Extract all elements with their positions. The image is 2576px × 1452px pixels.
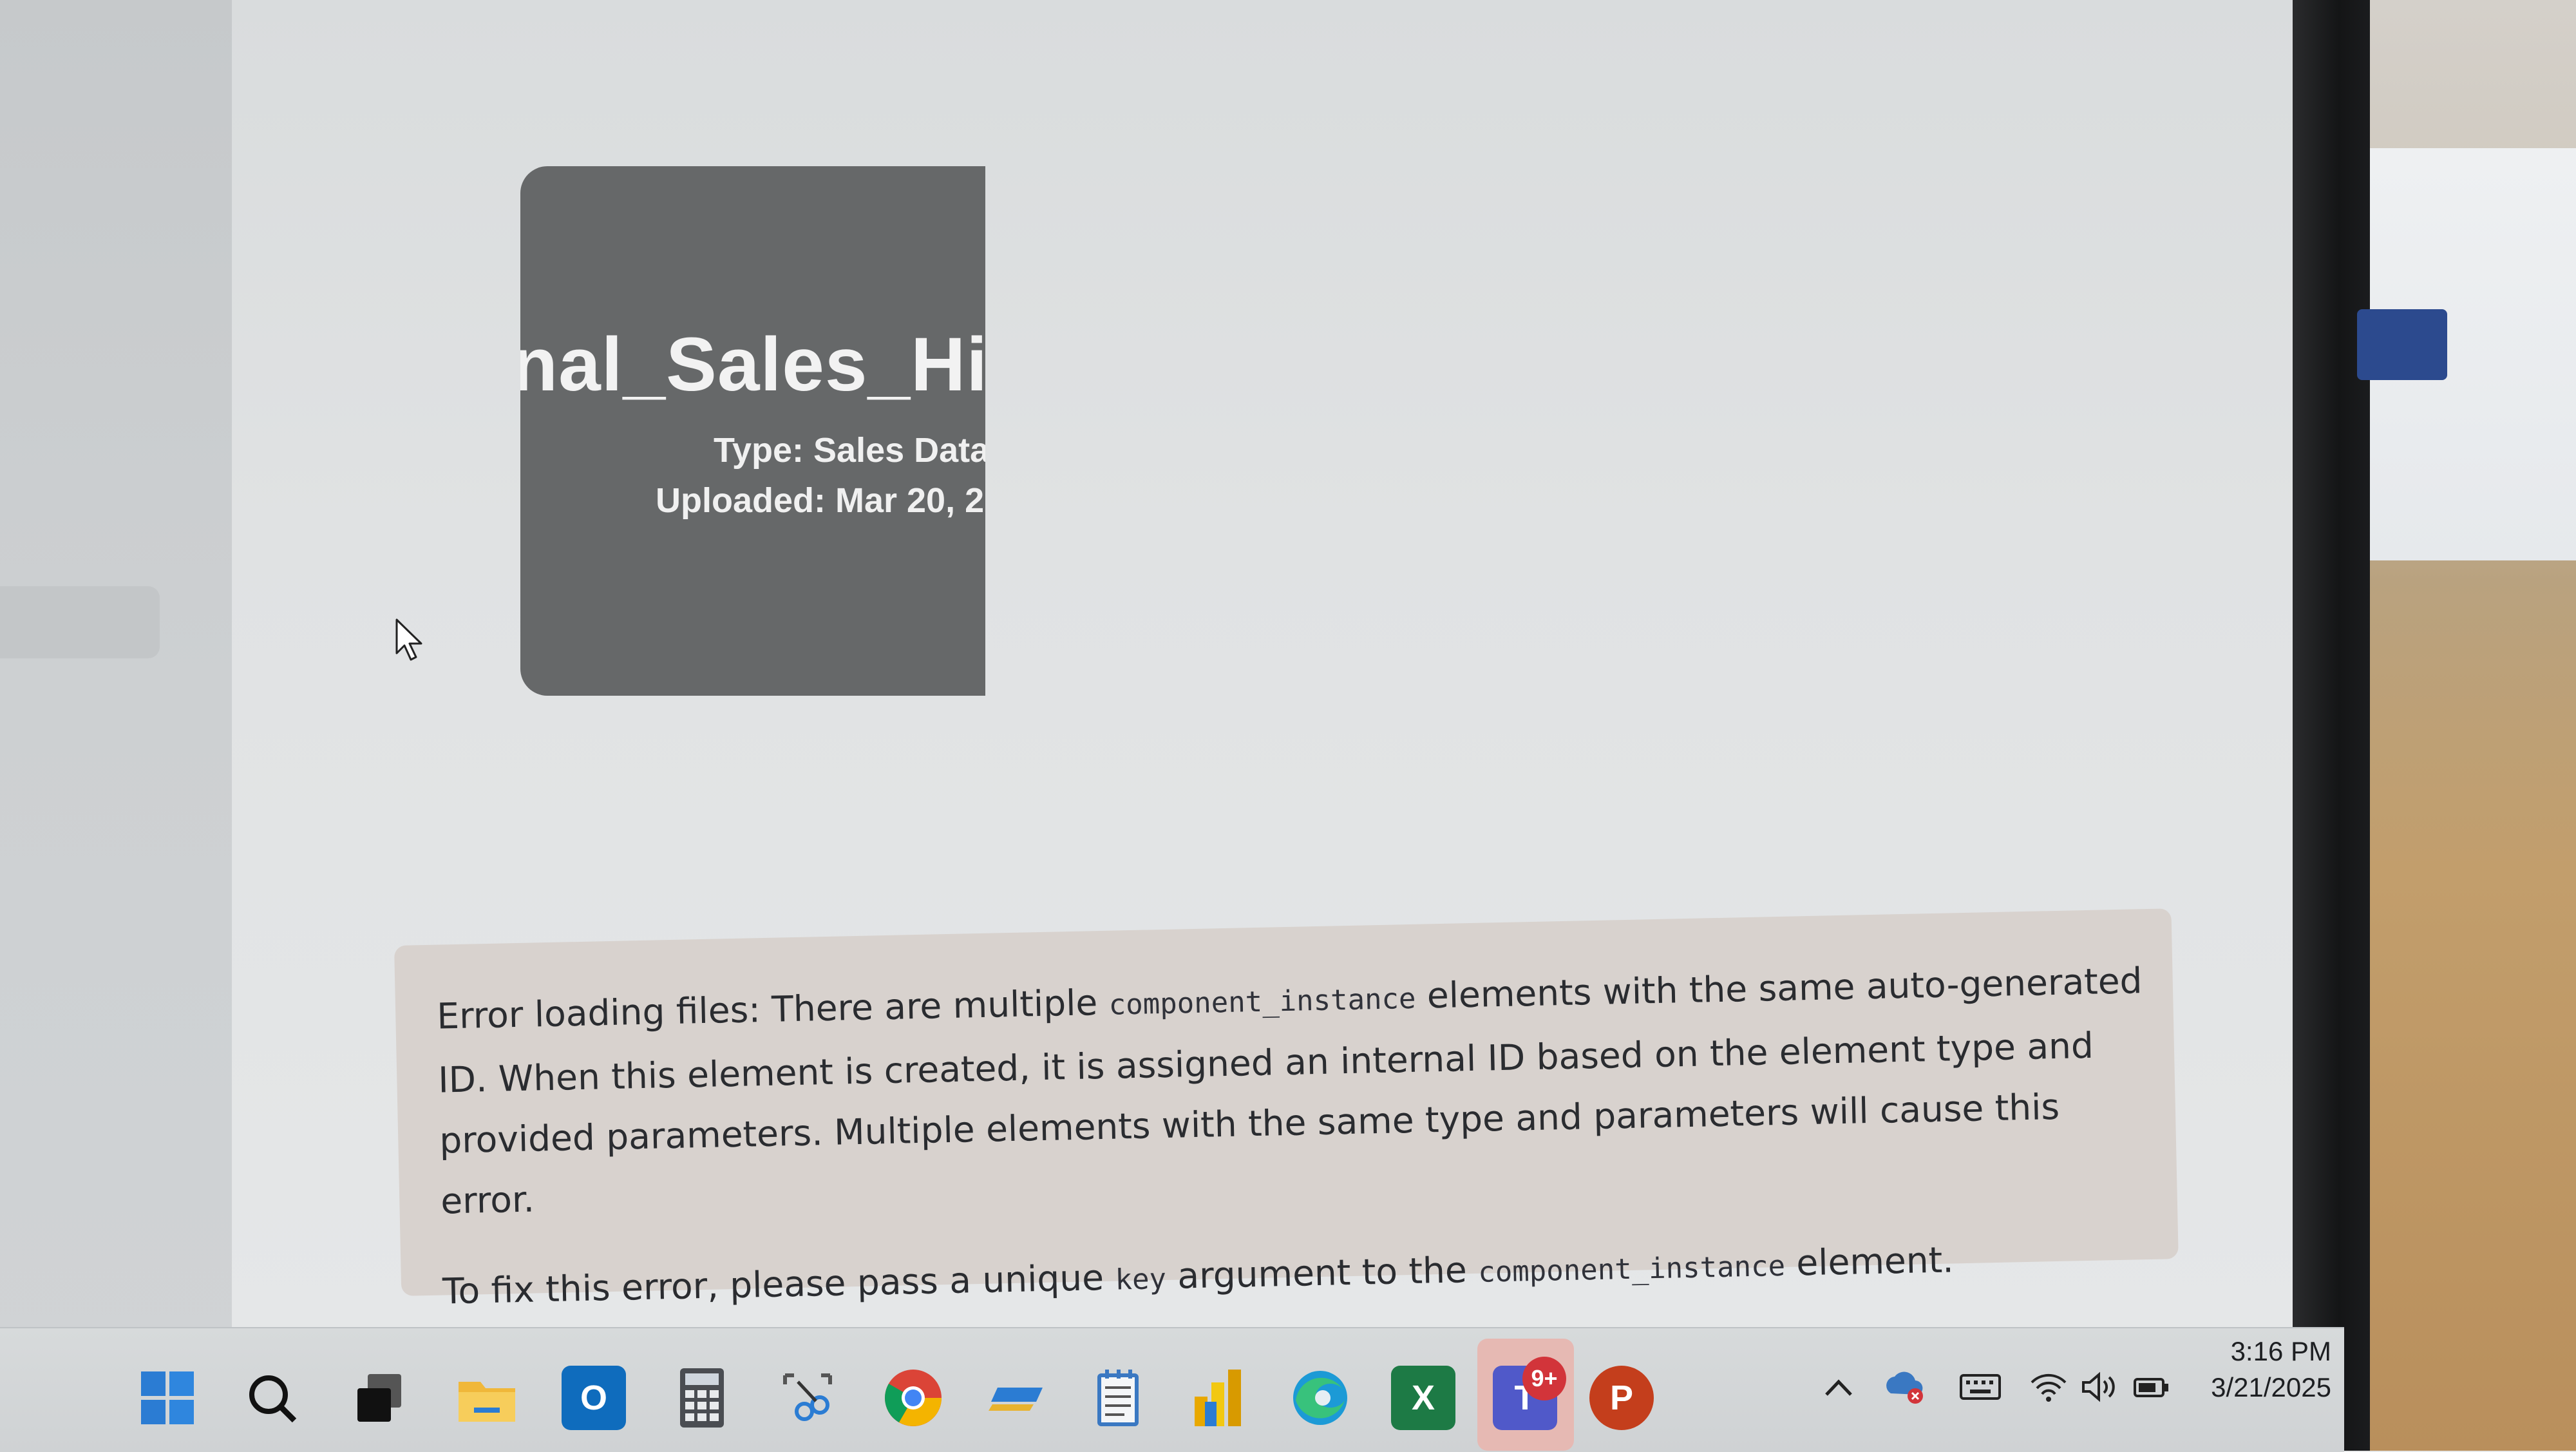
error-text: To fix this error, please pass a unique bbox=[442, 1256, 1116, 1312]
sticky-icon[interactable] bbox=[985, 1366, 1050, 1430]
powerpoint-icon[interactable]: P bbox=[1589, 1366, 1654, 1430]
error-paragraph: Error loading files: There are multiple … bbox=[436, 950, 2154, 1232]
file-type: Type: Sales Data bbox=[714, 431, 985, 470]
desk-book bbox=[2357, 309, 2447, 380]
chrome-icon[interactable] bbox=[881, 1366, 945, 1430]
calculator-icon[interactable] bbox=[670, 1366, 734, 1430]
error-message: Error loading files: There are multiple … bbox=[436, 950, 2155, 1325]
file-card[interactable]: nal_Sales_Hist Type: Sales Data Uploaded… bbox=[520, 166, 985, 696]
teams-notification-badge: 9+ bbox=[1522, 1357, 1566, 1400]
error-text: argument to the bbox=[1166, 1248, 1479, 1297]
mouse-cursor-icon bbox=[395, 618, 422, 661]
outlook-icon[interactable]: O bbox=[562, 1366, 626, 1430]
error-alert: Error loading files: There are multiple … bbox=[394, 908, 2179, 1312]
edge-icon[interactable] bbox=[1288, 1366, 1352, 1430]
file-explorer-icon[interactable] bbox=[455, 1366, 519, 1430]
error-text: Error loading files: There are multiple bbox=[436, 981, 1110, 1037]
app-sidebar bbox=[0, 0, 232, 1379]
clock-date[interactable]: 3/21/2025 bbox=[2190, 1372, 2331, 1403]
error-text: element. bbox=[1785, 1239, 1955, 1284]
monitor-bezel bbox=[2293, 0, 2370, 1451]
file-name: nal_Sales_Hist bbox=[520, 322, 985, 407]
windows-start-icon[interactable] bbox=[135, 1366, 200, 1430]
search-icon[interactable] bbox=[240, 1366, 304, 1430]
volume-icon[interactable] bbox=[2078, 1364, 2123, 1409]
error-code: component_instance bbox=[1108, 982, 1417, 1022]
wifi-icon[interactable] bbox=[2026, 1364, 2071, 1409]
clock-time[interactable]: 3:16 PM bbox=[2190, 1336, 2331, 1367]
excel-icon[interactable]: X bbox=[1391, 1366, 1455, 1430]
chevron-up-icon[interactable] bbox=[1816, 1364, 1861, 1409]
error-code: component_instance bbox=[1477, 1249, 1786, 1289]
sidebar-item[interactable] bbox=[0, 586, 160, 658]
task-view-icon[interactable] bbox=[348, 1366, 412, 1430]
onedrive-error-icon[interactable] bbox=[1884, 1364, 1929, 1409]
keyboard-icon[interactable] bbox=[1958, 1364, 2003, 1409]
battery-icon[interactable] bbox=[2129, 1364, 2174, 1409]
power-bi-icon[interactable] bbox=[1186, 1366, 1251, 1430]
notepad-icon[interactable] bbox=[1086, 1366, 1150, 1430]
error-code: key bbox=[1115, 1263, 1167, 1297]
snipping-tool-icon[interactable] bbox=[775, 1366, 840, 1430]
file-uploaded-date: Uploaded: Mar 20, 2 bbox=[656, 481, 985, 520]
